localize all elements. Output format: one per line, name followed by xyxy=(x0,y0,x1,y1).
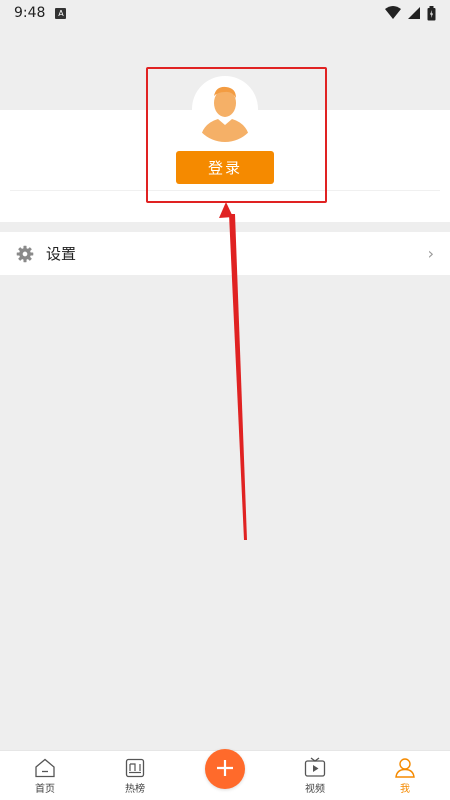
settings-label: 设置 xyxy=(46,245,77,263)
signal-icon xyxy=(408,7,420,19)
tab-hot-list[interactable]: 热榜 xyxy=(90,751,180,800)
video-icon xyxy=(304,757,326,777)
chevron-right-icon: › xyxy=(427,244,434,263)
battery-icon xyxy=(427,5,436,20)
profile-divider xyxy=(10,190,440,191)
tab-me-label: 我 xyxy=(400,784,410,795)
home-icon xyxy=(35,758,55,778)
tab-add[interactable] xyxy=(180,748,270,800)
add-button[interactable] xyxy=(205,748,245,789)
person-icon xyxy=(200,86,250,142)
tab-video-label: 视频 xyxy=(305,784,325,795)
tab-hot-list-label: 热榜 xyxy=(125,784,145,795)
gear-icon xyxy=(16,245,34,262)
tab-home-label: 首页 xyxy=(35,784,55,795)
hot-list-icon xyxy=(125,758,145,778)
login-button[interactable]: 登录 xyxy=(176,151,274,184)
wifi-icon xyxy=(385,6,401,19)
notification-icon: A xyxy=(55,7,67,19)
settings-row[interactable]: 设置 › xyxy=(0,232,450,275)
plus-icon xyxy=(217,759,233,776)
bottom-tab-bar: 首页 热榜 视频 我 xyxy=(0,748,450,800)
status-time: 9:48 xyxy=(14,5,46,21)
avatar[interactable] xyxy=(192,76,258,142)
person-icon xyxy=(395,758,415,778)
tab-home[interactable]: 首页 xyxy=(0,751,90,800)
status-icons xyxy=(385,5,436,21)
tab-me[interactable]: 我 xyxy=(360,751,450,800)
tab-video[interactable]: 视频 xyxy=(270,751,360,800)
status-bar: 9:48 A xyxy=(0,0,450,26)
